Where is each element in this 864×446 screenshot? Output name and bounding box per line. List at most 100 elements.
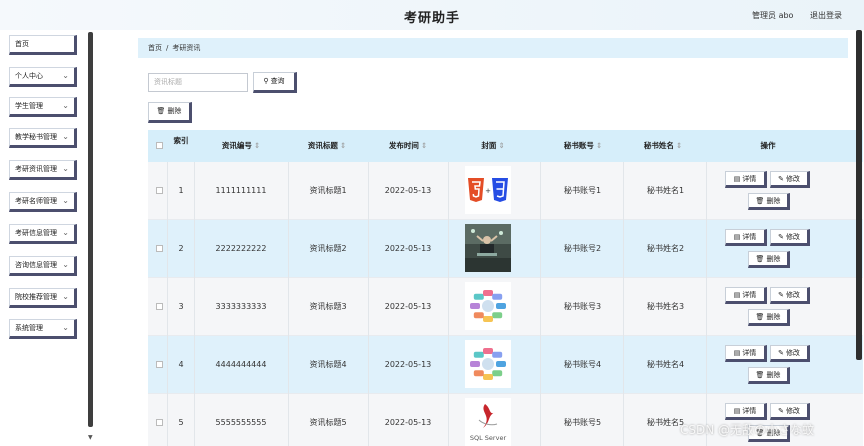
header-name[interactable]: 秘书姓名 ⇕ xyxy=(623,130,703,162)
delete-button[interactable]: 🗑 删除 xyxy=(748,193,790,210)
detail-button[interactable]: ▤ 详情 xyxy=(725,229,767,246)
search-input[interactable]: 资讯标题 xyxy=(148,73,248,92)
sidebar-item-label: 首页 xyxy=(15,40,29,48)
cell-index: 4 xyxy=(178,360,184,369)
row-checkbox[interactable] xyxy=(156,361,163,368)
sidebar-item[interactable]: 系统管理 ⌄ xyxy=(9,319,77,339)
delete-button-label: 删除 xyxy=(766,313,781,321)
main-scrollbar[interactable] xyxy=(856,30,862,360)
header-code-label: 资讯编号 xyxy=(221,141,252,150)
breadcrumb: 首页 / 考研资讯 xyxy=(138,38,848,58)
chevron-down-icon: ⌄ xyxy=(62,196,69,205)
pencil-icon: ✎ xyxy=(778,233,784,241)
header-account[interactable]: 秘书账号 ⇕ xyxy=(538,130,628,162)
document-icon: ▤ xyxy=(733,233,741,241)
detail-button[interactable]: ▤ 详情 xyxy=(725,171,767,188)
sort-icon[interactable]: ⇕ xyxy=(676,141,682,150)
edit-button[interactable]: ✎ 修改 xyxy=(770,403,810,420)
detail-button[interactable]: ▤ 详情 xyxy=(725,403,767,420)
delete-button[interactable]: 🗑 删除 xyxy=(748,367,790,384)
column-divider xyxy=(194,394,195,446)
row-checkbox[interactable] xyxy=(156,419,163,426)
edit-button-label: 修改 xyxy=(785,291,800,299)
cell-account: 秘书账号4 xyxy=(563,360,602,369)
header-ops: 操作 xyxy=(760,141,776,150)
main-content: 首页 / 考研资讯 资讯标题 ⚲ 查询 🗑 删除 索引 资讯编号 ⇕ 资讯标题 ⇕ 发布时间… xyxy=(96,30,864,446)
delete-button[interactable]: 🗑 删除 xyxy=(748,309,790,326)
batch-delete-label: 删除 xyxy=(167,107,182,115)
detail-button[interactable]: ▤ 详情 xyxy=(725,287,767,304)
detail-button[interactable]: ▤ 详情 xyxy=(725,345,767,362)
cover-image xyxy=(465,224,511,272)
sidebar-item[interactable]: 考研信息管理 ⌄ xyxy=(9,224,77,244)
header-title[interactable]: 资讯标题 ⇕ xyxy=(288,130,366,162)
table-row: 3 3333333333 资讯标题3 2022-05-13 秘书账号3 秘书姓名3 ▤ 详情 ✎… xyxy=(148,278,863,336)
sidebar-item[interactable]: 考研资讯管理 ⌄ xyxy=(9,160,77,180)
cell-name: 秘书姓名1 xyxy=(646,186,685,195)
pencil-icon: ✎ xyxy=(778,291,784,299)
header-time[interactable]: 发布时间 ⇕ xyxy=(368,130,448,162)
row-checkbox[interactable] xyxy=(156,187,163,194)
header-cover[interactable]: 封面 ⇕ xyxy=(448,130,538,162)
header-code[interactable]: 资讯编号 ⇕ xyxy=(196,130,286,162)
sidebar-item[interactable]: 首页 xyxy=(9,35,77,55)
cell-account: 秘书账号3 xyxy=(563,302,602,311)
sort-icon[interactable]: ⇕ xyxy=(340,141,346,150)
sidebar-item[interactable]: 院校推荐管理 ⌄ xyxy=(9,288,77,308)
sidebar-item[interactable]: 咨询信息管理 ⌄ xyxy=(9,256,77,276)
search-button[interactable]: ⚲ 查询 xyxy=(253,72,297,93)
cell-index: 3 xyxy=(178,302,184,311)
sidebar-item[interactable]: 个人中心 ⌄ xyxy=(9,67,77,87)
cell-code: 5555555555 xyxy=(215,418,267,427)
breadcrumb-home[interactable]: 首页 xyxy=(148,44,162,52)
edit-button[interactable]: ✎ 修改 xyxy=(770,171,810,188)
sort-icon[interactable]: ⇕ xyxy=(596,141,602,150)
trash-icon: 🗑 xyxy=(755,255,765,263)
cell-name: 秘书姓名3 xyxy=(646,302,685,311)
cell-title: 资讯标题3 xyxy=(309,302,347,311)
cell-time: 2022-05-13 xyxy=(384,186,432,195)
batch-delete-button[interactable]: 🗑 删除 xyxy=(148,102,192,123)
sidebar-scrollbar[interactable] xyxy=(88,32,93,427)
edit-button[interactable]: ✎ 修改 xyxy=(770,345,810,362)
cell-title: 资讯标题1 xyxy=(309,186,347,195)
top-bar: 考研助手 管理员 abo 退出登录 xyxy=(0,0,864,30)
sidebar-item[interactable]: 考研名师管理 ⌄ xyxy=(9,192,77,212)
table-row: 5 5555555555 资讯标题5 2022-05-13 SQL Server 秘书账号… xyxy=(148,394,863,446)
delete-button[interactable]: 🗑 删除 xyxy=(748,251,790,268)
breadcrumb-current: 考研资讯 xyxy=(172,44,201,52)
select-all-box[interactable] xyxy=(156,142,163,149)
row-checkbox[interactable] xyxy=(156,303,163,310)
sidebar-item[interactable]: 教学秘书管理 ⌄ xyxy=(9,128,77,148)
column-divider xyxy=(194,278,195,336)
edit-button[interactable]: ✎ 修改 xyxy=(770,229,810,246)
cell-account: 秘书账号1 xyxy=(563,186,602,195)
edit-button[interactable]: ✎ 修改 xyxy=(770,287,810,304)
cell-code: 1111111111 xyxy=(215,186,267,195)
sort-icon[interactable]: ⇕ xyxy=(254,141,260,150)
logout-link[interactable]: 退出登录 xyxy=(810,11,842,20)
cell-title: 资讯标题4 xyxy=(309,360,347,369)
detail-button-label: 详情 xyxy=(742,349,757,357)
trash-icon: 🗑 xyxy=(755,197,765,205)
sort-icon[interactable]: ⇕ xyxy=(498,141,504,150)
cell-title: 资讯标题2 xyxy=(309,244,347,253)
sql-server-logo-text: SQL Server xyxy=(470,434,507,442)
header-title-label: 资讯标题 xyxy=(307,141,338,150)
svg-text:+: + xyxy=(485,187,491,195)
document-icon: ▤ xyxy=(733,175,741,183)
row-checkbox[interactable] xyxy=(156,245,163,252)
chevron-down-icon: ⌄ xyxy=(62,260,69,269)
cover-image xyxy=(465,340,511,388)
search-icon: ⚲ xyxy=(263,77,269,85)
table-row: 4 4444444444 资讯标题4 2022-05-13 秘书账号4 秘书姓名4 ▤ 详情 ✎… xyxy=(148,336,863,394)
column-divider xyxy=(167,162,168,220)
table-header: 索引 资讯编号 ⇕ 资讯标题 ⇕ 发布时间 ⇕ 封面 ⇕ 秘书账号 ⇕ 秘书姓名 ⇕ 操作 xyxy=(148,130,863,162)
delete-button-label: 删除 xyxy=(766,371,781,379)
sidebar-item[interactable]: 学生管理 ⌄ xyxy=(9,97,77,117)
scroll-down-arrow-icon[interactable]: ▼ xyxy=(88,434,93,441)
sort-icon[interactable]: ⇕ xyxy=(421,141,427,150)
chevron-down-icon: ⌄ xyxy=(62,164,69,173)
select-all-checkbox[interactable] xyxy=(153,130,167,162)
cell-index: 2 xyxy=(178,244,184,253)
